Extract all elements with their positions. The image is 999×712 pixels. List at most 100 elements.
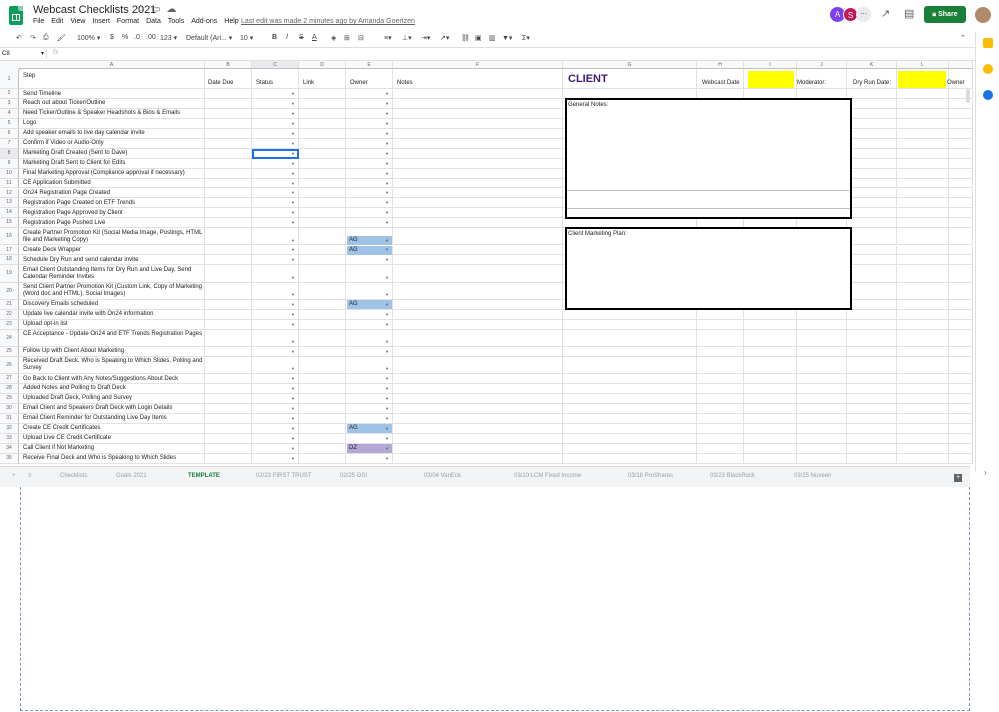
owner-dropdown-icon[interactable]: ▼: [385, 161, 389, 166]
status-dropdown-icon[interactable]: ▼: [291, 247, 295, 252]
status-dropdown-icon[interactable]: ▼: [291, 141, 295, 146]
status-dropdown-icon[interactable]: ▼: [291, 111, 295, 116]
grid-cell[interactable]: [847, 218, 897, 229]
grid-cell[interactable]: [393, 309, 563, 320]
grid-cell[interactable]: [299, 356, 346, 374]
grid-cell[interactable]: [847, 208, 897, 219]
grid-cell[interactable]: [897, 403, 949, 414]
filter-icon[interactable]: ▼▾: [502, 34, 512, 42]
menu-file[interactable]: File: [33, 18, 44, 25]
row-header[interactable]: 14: [0, 208, 19, 219]
grid-cell[interactable]: [847, 138, 897, 149]
owner-dropdown-icon[interactable]: ▼: [385, 339, 389, 344]
tab-checklists[interactable]: Checklists: [60, 473, 87, 479]
paint-format-icon[interactable]: 🖌︎: [57, 34, 66, 42]
row-header[interactable]: 16: [0, 228, 19, 246]
grid-cell[interactable]: [847, 265, 897, 283]
grid-cell[interactable]: [563, 433, 697, 444]
owner-dropdown-icon[interactable]: ▼: [385, 247, 389, 252]
owner-dropdown-icon[interactable]: ▼: [385, 181, 389, 186]
grid-cell[interactable]: [897, 198, 949, 209]
grid-cell[interactable]: [847, 188, 897, 199]
grid-cell[interactable]: [847, 158, 897, 169]
header-dry-run-date[interactable]: Dry Run Date:: [853, 80, 891, 86]
column-header[interactable]: J: [797, 61, 847, 69]
grid-cell[interactable]: [949, 178, 973, 189]
tab-0325-nuveen[interactable]: 03/25 Nuveen: [794, 473, 831, 479]
row-header[interactable]: 32: [0, 423, 19, 434]
grid-cell[interactable]: [949, 383, 973, 394]
row-header[interactable]: 29: [0, 393, 19, 404]
grid-cell[interactable]: [949, 218, 973, 229]
grid-cell[interactable]: [949, 108, 973, 119]
grid-cell[interactable]: [697, 383, 744, 394]
fill-color-icon[interactable]: ◈: [331, 34, 336, 42]
row-header[interactable]: 27: [0, 374, 19, 384]
grid-cell[interactable]: [847, 108, 897, 119]
client-title[interactable]: CLIENT: [568, 73, 608, 85]
grid-cell[interactable]: [847, 393, 897, 404]
grid-cell[interactable]: [299, 453, 346, 464]
grid-cell[interactable]: [205, 453, 252, 464]
grid-cell[interactable]: [563, 319, 697, 330]
strikethrough-button[interactable]: S: [299, 34, 304, 41]
owner-dropdown-icon[interactable]: ▼: [385, 366, 389, 371]
owner-dropdown-icon[interactable]: ▼: [385, 322, 389, 327]
grid-cell[interactable]: [393, 265, 563, 283]
grid-cell[interactable]: [299, 309, 346, 320]
add-sheet-plus-icon[interactable]: +: [12, 473, 16, 479]
grid-cell[interactable]: [897, 413, 949, 424]
grid-cell[interactable]: [797, 69, 847, 89]
owner-dropdown-icon[interactable]: ▼: [385, 111, 389, 116]
owner-dropdown-icon[interactable]: ▼: [385, 200, 389, 205]
grid-cell[interactable]: [897, 374, 949, 384]
grid-cell[interactable]: [949, 329, 973, 347]
row-header[interactable]: 12: [0, 188, 19, 199]
grid-cell[interactable]: [205, 245, 252, 256]
grid-cell[interactable]: [393, 282, 563, 300]
print-icon[interactable]: ⎙: [43, 34, 49, 42]
row-header[interactable]: 35: [0, 453, 19, 464]
tasks-icon[interactable]: [983, 64, 993, 74]
grid-cell[interactable]: [393, 128, 563, 139]
header-date-due[interactable]: Date Due: [208, 80, 233, 86]
grid-cell[interactable]: [797, 403, 847, 414]
grid-cell[interactable]: [299, 198, 346, 209]
grid-cell[interactable]: [697, 403, 744, 414]
menu-view[interactable]: View: [70, 18, 85, 25]
active-cell-selection[interactable]: [252, 148, 299, 159]
grid-cell[interactable]: [393, 423, 563, 434]
grid-cell[interactable]: [897, 188, 949, 199]
grid-cell[interactable]: [847, 383, 897, 394]
grid-cell[interactable]: [393, 228, 563, 246]
font-select[interactable]: Default (Ari... ▾: [186, 34, 232, 42]
owner-dropdown-icon[interactable]: ▼: [385, 292, 389, 297]
name-box[interactable]: C8 ▾: [2, 49, 47, 59]
column-header[interactable]: G: [563, 61, 697, 69]
row-header[interactable]: 3: [0, 98, 19, 109]
grid-cell[interactable]: [797, 346, 847, 357]
grid-cell[interactable]: [393, 218, 563, 229]
cloud-status-icon[interactable]: ☁: [166, 4, 176, 15]
grid-cell[interactable]: [897, 89, 949, 99]
grid-cell[interactable]: [205, 393, 252, 404]
grid-cell[interactable]: [897, 423, 949, 434]
grid-cell[interactable]: [797, 374, 847, 384]
grid-cell[interactable]: [299, 168, 346, 179]
bold-button[interactable]: B: [272, 34, 277, 41]
status-dropdown-icon[interactable]: ▼: [291, 121, 295, 126]
grid-cell[interactable]: [299, 299, 346, 310]
grid-cell[interactable]: [563, 423, 697, 434]
grid-cell[interactable]: [205, 374, 252, 384]
grid-cell[interactable]: [299, 108, 346, 119]
grid-cell[interactable]: [205, 403, 252, 414]
status-dropdown-icon[interactable]: ▼: [291, 238, 295, 243]
grid-cell[interactable]: [897, 255, 949, 266]
dry-run-date-cell[interactable]: [898, 71, 946, 88]
grid-cell[interactable]: [949, 158, 973, 169]
grid-cell[interactable]: [897, 245, 949, 256]
grid-cell[interactable]: [19, 69, 205, 89]
grid-cell[interactable]: [393, 89, 563, 99]
status-dropdown-icon[interactable]: ▼: [291, 446, 295, 451]
owner-dropdown-icon[interactable]: ▼: [385, 302, 389, 307]
